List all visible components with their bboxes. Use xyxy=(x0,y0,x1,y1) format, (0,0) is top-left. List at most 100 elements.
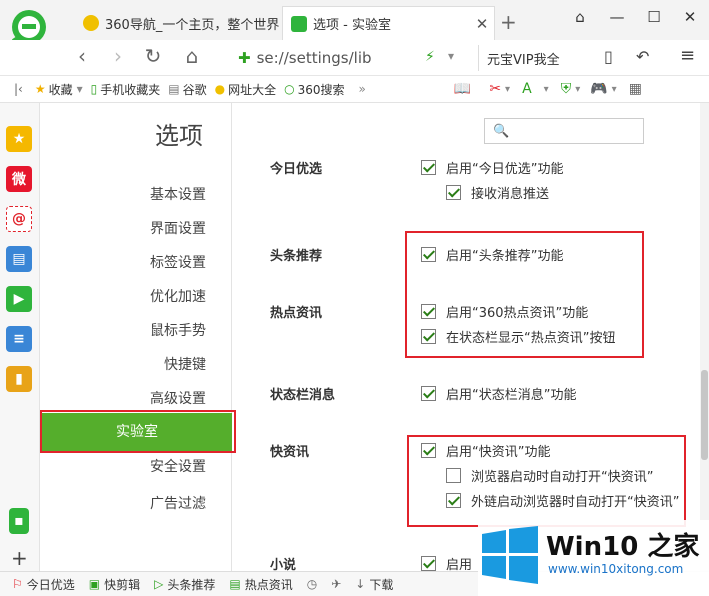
nav-basic[interactable]: 基本设置 xyxy=(40,183,206,207)
status-label: 头条推荐 xyxy=(167,577,216,592)
url-field[interactable]: ✚ se://settings/lib xyxy=(232,45,474,71)
bookmark-label: 手机收藏夹 xyxy=(100,82,161,97)
home-icon[interactable]: ⌂ xyxy=(180,44,204,68)
close-window-button[interactable]: ✕ xyxy=(677,8,703,26)
option-label: 启用“状态栏消息”功能 xyxy=(446,388,577,403)
apps-grid-icon[interactable]: ▦ xyxy=(629,81,642,97)
status-label: 下载 xyxy=(369,577,394,592)
scissors-icon[interactable]: ✂ xyxy=(489,81,501,97)
nav-shortcuts[interactable]: 快捷键 xyxy=(40,353,206,377)
clipboard-icon[interactable]: ▪ xyxy=(9,508,29,534)
pin-icon[interactable]: ✈ xyxy=(331,577,341,591)
nav-gestures[interactable]: 鼠标手势 xyxy=(40,319,206,343)
section-label: 状态栏消息 xyxy=(270,388,336,403)
windows-logo-icon xyxy=(482,526,538,584)
checkbox[interactable] xyxy=(446,185,461,200)
skin-icon[interactable]: ⌂ xyxy=(567,8,593,26)
mail-icon[interactable]: @ xyxy=(6,206,32,232)
bookmarks-bar: |‹ ★ 收藏 ▾ ▯ 手机收藏夹 ▤ 谷歌 ● 网址大全 ○ 360搜索 » 📖 ✂ ▾ … xyxy=(0,76,709,103)
nav-interface[interactable]: 界面设置 xyxy=(40,217,206,241)
menu-icon[interactable]: ≡ xyxy=(680,45,695,66)
section-label: 快资讯 xyxy=(270,445,310,460)
more-bookmarks-icon[interactable]: » xyxy=(359,82,366,96)
tab-360-nav[interactable]: 360导航_一个主页，整个世界 xyxy=(74,6,280,40)
bookmark-label: 谷歌 xyxy=(182,82,207,97)
search-box-text: 元宝VIP我全 xyxy=(487,52,560,68)
option-label: 接收消息推送 xyxy=(471,187,550,202)
tv-icon[interactable]: ▶ xyxy=(6,286,32,312)
checkbox[interactable] xyxy=(421,386,436,401)
secure-shield-icon: ✚ xyxy=(238,49,251,67)
url-text: se://settings/lib xyxy=(256,49,372,67)
status-label: 快剪辑 xyxy=(104,577,141,592)
nav-optimize[interactable]: 优化加速 xyxy=(40,285,206,309)
nav-tabs[interactable]: 标签设置 xyxy=(40,251,206,275)
tab-title: 360导航_一个主页，整个世界 xyxy=(105,17,279,33)
bookmark-hao360[interactable]: ● 网址大全 xyxy=(215,81,277,98)
nav-adblock[interactable]: 广告过滤 xyxy=(40,492,206,516)
speed-mode-icon[interactable]: ⚡ xyxy=(425,49,435,65)
close-tab-icon[interactable]: ✕ xyxy=(470,15,494,33)
translate-icon[interactable]: A xyxy=(522,81,532,97)
news-icon[interactable]: ▤ xyxy=(6,246,32,272)
chevron-down-icon[interactable]: ▾ xyxy=(448,49,454,63)
chevron-down-icon[interactable]: ▾ xyxy=(544,84,549,95)
undo-icon[interactable]: ↶ xyxy=(636,47,649,66)
weibo-icon[interactable]: 微 xyxy=(6,166,32,192)
favorites-star-icon[interactable]: ★ xyxy=(6,126,32,152)
status-today[interactable]: ⚐ 今日优选 xyxy=(12,576,75,593)
option-today-push[interactable]: 接收消息推送 xyxy=(446,183,549,202)
bookmark-mobile[interactable]: ▯ 手机收藏夹 xyxy=(91,81,161,98)
highlight-box xyxy=(405,231,644,358)
document-icon[interactable]: ≡ xyxy=(6,326,32,352)
bookmark-favorites[interactable]: ★ 收藏 ▾ xyxy=(35,81,83,98)
nav-advanced[interactable]: 高级设置 xyxy=(40,387,206,411)
option-today-enable[interactable]: 启用“今日优选”功能 xyxy=(421,158,563,177)
refresh-icon[interactable]: ↻ xyxy=(141,44,165,68)
checkbox[interactable] xyxy=(421,556,436,571)
collapse-icon[interactable]: |‹ xyxy=(14,82,23,96)
status-toutiao[interactable]: ▷ 头条推荐 xyxy=(154,576,215,593)
speed-icon[interactable]: ◷ xyxy=(307,577,317,591)
status-hot[interactable]: ▤ 热点资讯 xyxy=(229,576,292,593)
highlight-box xyxy=(407,435,686,527)
add-icon[interactable]: + xyxy=(11,546,28,570)
forward-icon[interactable]: › xyxy=(106,44,130,68)
minimize-button[interactable]: — xyxy=(604,8,630,26)
checkbox[interactable] xyxy=(421,160,436,175)
content-top xyxy=(232,148,700,149)
option-status-enable[interactable]: 启用“状态栏消息”功能 xyxy=(421,384,576,403)
tab-title: 选项 - 实验室 xyxy=(313,18,391,33)
option-label: 启用“今日优选”功能 xyxy=(446,162,564,177)
bookmark-so360[interactable]: ○ 360搜索 xyxy=(284,81,344,98)
page-title: 选项 xyxy=(155,122,203,150)
status-download[interactable]: ↓ 下载 xyxy=(355,576,393,593)
search-engine-box[interactable]: 元宝VIP我全 xyxy=(478,45,590,71)
status-label: 今日优选 xyxy=(26,577,75,592)
chevron-down-icon[interactable]: ▾ xyxy=(575,84,580,95)
settings-search-input[interactable]: 🔍 xyxy=(484,118,644,144)
tab-settings-lab[interactable]: 选项 - 实验室 ✕ xyxy=(282,6,495,40)
watermark-url: www.win10xitong.com xyxy=(548,562,684,576)
chevron-down-icon[interactable]: ▾ xyxy=(505,84,510,95)
nav-security[interactable]: 安全设置 xyxy=(40,455,206,479)
back-icon[interactable]: ‹ xyxy=(70,44,94,68)
search-icon: 🔍 xyxy=(493,123,510,139)
gamepad-icon[interactable]: 🎮 xyxy=(590,81,607,97)
maximize-button[interactable]: ☐ xyxy=(641,8,667,26)
new-tab-button[interactable]: + xyxy=(500,10,517,34)
status-label: 热点资讯 xyxy=(244,577,293,592)
watermark: Win10 之家 www.win10xitong.com xyxy=(478,520,709,596)
bookmark-label: 网址大全 xyxy=(228,82,277,97)
book-icon[interactable]: ▮ xyxy=(6,366,32,392)
reader-icon[interactable]: 📖 xyxy=(454,81,471,97)
shield-icon[interactable]: ⛨ xyxy=(561,81,572,97)
scrollbar-thumb[interactable] xyxy=(701,370,708,460)
bookmark-google[interactable]: ▤ 谷歌 xyxy=(168,81,206,98)
mobile-icon[interactable]: ▯ xyxy=(604,47,613,66)
highlight-box xyxy=(40,410,236,453)
status-clip[interactable]: ▣ 快剪辑 xyxy=(89,576,140,593)
scrollbar[interactable] xyxy=(700,103,709,571)
settings-favicon-icon xyxy=(291,15,307,32)
chevron-down-icon[interactable]: ▾ xyxy=(612,84,617,95)
